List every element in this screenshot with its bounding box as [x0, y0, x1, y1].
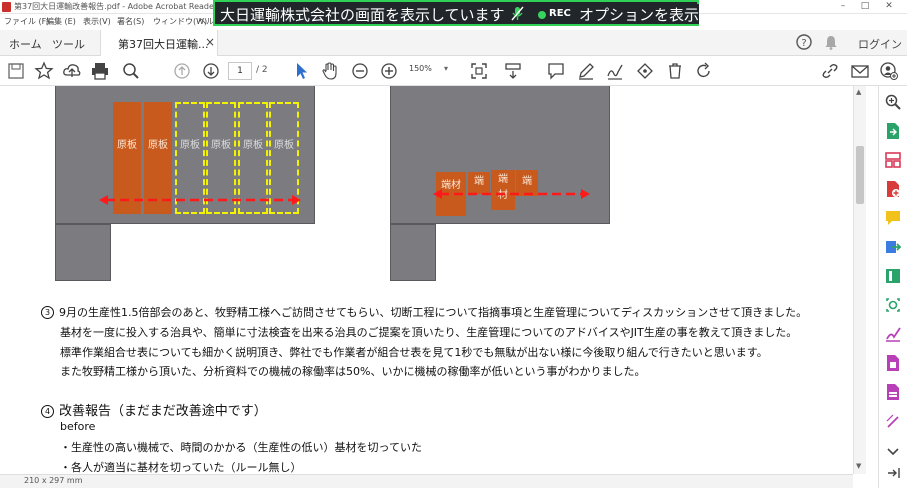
- tab-home[interactable]: ホーム: [9, 36, 42, 52]
- document-tab-label: 第37回大日運輸...: [118, 38, 209, 51]
- sign-icon[interactable]: [605, 61, 625, 81]
- item4-bullet: ・各人が適当に基材を切っていた（ルール無し）: [60, 461, 302, 474]
- maximize-icon[interactable]: □: [858, 0, 872, 14]
- print-icon[interactable]: [90, 61, 110, 81]
- edit-pdf-icon[interactable]: [884, 267, 902, 285]
- zoom-level-select[interactable]: 150%: [409, 64, 432, 73]
- menu-file[interactable]: ファイル (F): [4, 16, 49, 27]
- document-view[interactable]: 原板 原板 原板 原板 原板 原板 端材 端 端 材 端 39月の生産性1.5: [0, 86, 853, 474]
- collapse-pane-icon[interactable]: [884, 464, 902, 482]
- item4-bullet: ・生産性の高い機械で、時間のかかる（生産性の低い）基材を切っていた: [60, 441, 423, 454]
- fit-page-icon[interactable]: [469, 61, 489, 81]
- fill-sign-icon[interactable]: [884, 325, 902, 343]
- page-up-icon[interactable]: [172, 61, 192, 81]
- acrobat-doc-icon: [2, 2, 11, 12]
- organize-icon[interactable]: [884, 151, 902, 169]
- share-message: 大日運輸株式会社の画面を表示しています: [220, 6, 505, 24]
- zoom-dropdown-icon[interactable]: ▾: [444, 64, 448, 73]
- tab-bar: ホーム ツール 第37回大日運輸... × ? ログイン: [0, 30, 907, 56]
- item3-line: また牧野精工様から頂いた、分析資料での機械の稼働率は50%、いかに機械の稼働率が…: [60, 365, 646, 378]
- show-options-button[interactable]: オプションを表示: [579, 4, 700, 24]
- link-icon[interactable]: [820, 61, 840, 81]
- bookmark-star-icon[interactable]: [34, 61, 54, 81]
- comment-icon[interactable]: [546, 61, 566, 81]
- plate-label: 原板: [243, 140, 263, 151]
- menu-edit[interactable]: 編集 (E): [46, 16, 76, 27]
- vertical-scrollbar[interactable]: ▲ ▼: [853, 86, 866, 474]
- create-pdf-icon[interactable]: [884, 180, 902, 198]
- mic-muted-icon[interactable]: [511, 6, 524, 21]
- item4-number: 4: [41, 405, 54, 418]
- scroll-mode-icon[interactable]: [503, 61, 523, 81]
- tab-document[interactable]: 第37回大日運輸... ×: [100, 30, 218, 56]
- protect-pdf-icon[interactable]: [884, 354, 902, 372]
- save-icon[interactable]: [6, 61, 26, 81]
- status-bar: 210 x 297 mm: [0, 474, 853, 488]
- help-icon[interactable]: ?: [796, 34, 812, 50]
- main-toolbar: 1 / 2 150% ▾: [0, 56, 907, 86]
- scroll-up-icon[interactable]: ▲: [856, 88, 861, 96]
- item3-first-line: 3 9月の生産性1.5倍部会のあと、牧野精工様へご訪問させてもらい、切断工程につい…: [41, 304, 807, 320]
- item3-line: 基材を一度に投入する治具や、簡単に寸法検査を出来る治具のご提案を頂いたり、生産管…: [60, 326, 798, 339]
- rec-label: REC: [549, 8, 571, 19]
- page-size-label: 210 x 297 mm: [24, 476, 83, 485]
- red-arrow-right-figure: [433, 189, 590, 199]
- hand-icon[interactable]: [320, 61, 340, 81]
- close-icon[interactable]: ✕: [882, 0, 896, 14]
- screen-share-banner: 大日運輸株式会社の画面を表示しています REC オプションを表示: [213, 0, 700, 26]
- right-tools-pane: [878, 86, 907, 488]
- notification-bell-icon[interactable]: [824, 35, 838, 50]
- pdf-tool-icon[interactable]: [884, 383, 902, 401]
- zoom-in-icon[interactable]: [379, 61, 399, 81]
- plate-label: 原板: [117, 140, 137, 151]
- add-user-icon[interactable]: [879, 61, 899, 81]
- page-down-icon[interactable]: [201, 61, 221, 81]
- plate-label: 原板: [180, 140, 200, 151]
- item3-line: 標準作業組合せ表についても細かく説明頂き、弊社でも作業者が組合せ表を見て1秒でも…: [60, 346, 768, 359]
- search-zoom-icon[interactable]: [121, 61, 141, 81]
- more-tools-icon[interactable]: [884, 441, 902, 459]
- page-number-input[interactable]: 1: [228, 62, 252, 80]
- page-total: / 2: [256, 65, 268, 75]
- export-pdf-icon[interactable]: [884, 122, 902, 140]
- item3-number: 3: [41, 306, 54, 319]
- stamp-icon[interactable]: [635, 61, 655, 81]
- plate-label: 原板: [211, 140, 231, 151]
- tab-tools[interactable]: ツール: [52, 36, 85, 52]
- mail-icon[interactable]: [850, 61, 870, 81]
- menu-view[interactable]: 表示(V): [83, 16, 111, 27]
- highlight-pen-icon[interactable]: [576, 61, 596, 81]
- select-cursor-icon[interactable]: [291, 61, 311, 81]
- item4-before-label: before: [60, 420, 96, 433]
- zoom-out-icon[interactable]: [350, 61, 370, 81]
- svg-text:?: ?: [801, 38, 806, 49]
- measure-icon[interactable]: [884, 412, 902, 430]
- rotate-icon[interactable]: [694, 61, 714, 81]
- plate-label: 原板: [274, 140, 294, 151]
- enhance-scan-icon[interactable]: [884, 296, 902, 314]
- figure-right-base: [390, 224, 436, 281]
- red-arrow-left-figure: [99, 195, 301, 205]
- record-dot-icon: [538, 11, 546, 19]
- delete-icon[interactable]: [665, 61, 685, 81]
- item4-title: 改善報告（まだまだ改善途中です）: [59, 404, 267, 419]
- scroll-thumb[interactable]: [856, 146, 864, 204]
- comment-tool-icon[interactable]: [884, 209, 902, 227]
- upload-icon[interactable]: [62, 61, 82, 81]
- scroll-down-icon[interactable]: ▼: [856, 462, 861, 470]
- close-tab-icon[interactable]: ×: [205, 35, 215, 49]
- item4-heading: 4 改善報告（まだまだ改善途中です）: [41, 400, 267, 419]
- window-title: 第37回大日運輸改善報告.pdf - Adobe Acrobat Reader …: [14, 2, 232, 11]
- plate-label: 原板: [148, 140, 168, 151]
- figure-left-base: [55, 224, 111, 281]
- item3-line: 9月の生産性1.5倍部会のあと、牧野精工様へご訪問させてもらい、切断工程について…: [59, 306, 808, 319]
- menu-sign[interactable]: 署名(S): [117, 16, 144, 27]
- send-icon[interactable]: [884, 238, 902, 256]
- minimize-icon[interactable]: –: [836, 0, 850, 14]
- zoom-search-icon[interactable]: [884, 93, 902, 111]
- login-button[interactable]: ログイン: [858, 36, 902, 52]
